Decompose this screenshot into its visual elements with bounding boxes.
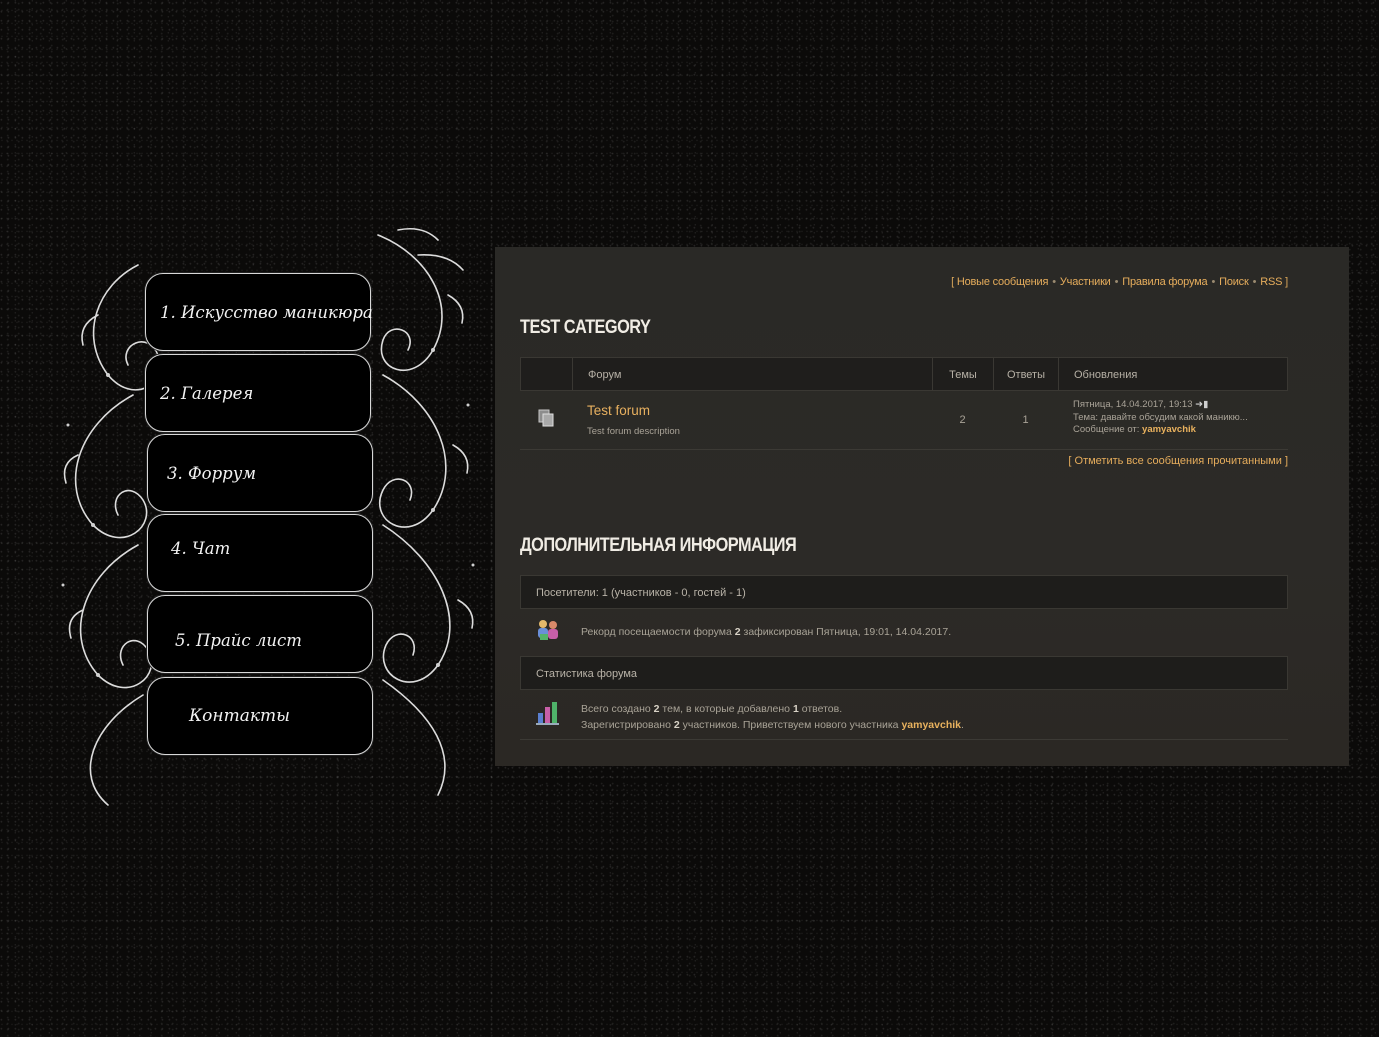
menu-item-contacts[interactable]: Контакты xyxy=(147,677,373,755)
last-topic-link[interactable]: давайте обсудим какой маникю... xyxy=(1101,412,1248,423)
last-post-info: Пятница, 14.04.2017, 19:13 ➜▮ Тема: дава… xyxy=(1073,399,1248,435)
statistics-icon xyxy=(535,699,561,727)
header-replies: Ответы xyxy=(994,358,1059,390)
category-title[interactable]: TEST CATEGORY xyxy=(520,317,651,339)
stats-text: Всего создано 2 тем, в которые добавлено… xyxy=(581,703,964,731)
menu-item-label: 4. Чат xyxy=(171,539,231,558)
last-post-icon[interactable]: ➜▮ xyxy=(1195,399,1208,410)
link-search[interactable]: Поиск xyxy=(1219,276,1249,288)
topics-count: 2 xyxy=(959,414,966,426)
forum-table: Форум Темы Ответы Обновления Test forum … xyxy=(520,357,1288,450)
users-online-icon xyxy=(535,616,561,642)
last-author-link[interactable]: yamyavchik xyxy=(1142,424,1196,435)
header-topics: Темы xyxy=(933,358,994,390)
forum-description: Test forum description xyxy=(587,426,680,437)
info-title: ДОПОЛНИТЕЛЬНАЯ ИНФОРМАЦИЯ xyxy=(520,535,797,556)
link-new-messages[interactable]: Новые сообщения xyxy=(957,276,1049,288)
replies-count: 1 xyxy=(1022,414,1029,426)
menu-item-price-list[interactable]: 5. Прайс лист xyxy=(147,595,373,673)
link-forum-rules[interactable]: Правила форума xyxy=(1122,276,1207,288)
header-forum: Форум xyxy=(573,358,933,390)
bottom-divider xyxy=(520,739,1288,740)
top-links: [ Новые сообщения • Участники • Правила фору… xyxy=(951,276,1288,288)
menu-item-label: Контакты xyxy=(189,706,290,726)
menu-item-manicure-art[interactable]: 1. Искусство маникюра xyxy=(145,273,373,351)
record-text: Рекорд посещаемости форума 2 зафиксирова… xyxy=(581,626,952,638)
menu-item-label: 2. Галерея xyxy=(160,383,254,403)
table-header: Форум Темы Ответы Обновления xyxy=(520,357,1288,391)
link-rss[interactable]: RSS xyxy=(1260,276,1282,288)
forum-panel: [ Новые сообщения • Участники • Правила фору… xyxy=(495,247,1349,766)
menu-item-label: 3. Форрум xyxy=(167,463,256,483)
menu-item-label: 1. Искусство маникюра xyxy=(160,302,373,322)
last-post-date: Пятница, 14.04.2017, 19:13 xyxy=(1073,399,1193,410)
newest-member-link[interactable]: yamyavchik xyxy=(901,719,961,731)
forum-name-link[interactable]: Test forum xyxy=(587,403,650,418)
menu-item-forum[interactable]: 3. Форрум xyxy=(147,434,373,512)
menu-item-gallery[interactable]: 2. Галерея xyxy=(145,354,371,432)
visitors-header: Посетители: 1 (участников - 0, гостей - … xyxy=(520,575,1288,609)
header-updates: Обновления xyxy=(1074,369,1138,381)
menu-item-chat[interactable]: 4. Чат xyxy=(147,514,373,592)
mark-all-read-link[interactable]: [ Отметить все сообщения прочитанными ] xyxy=(1068,455,1288,467)
table-row: Test forum Test forum description 2 1 Пя… xyxy=(520,391,1288,450)
stats-header: Статистика форума xyxy=(520,656,1288,690)
menu-item-label: 5. Прайс лист xyxy=(175,631,302,650)
forum-folder-icon xyxy=(538,409,554,427)
link-members[interactable]: Участники xyxy=(1060,276,1111,288)
